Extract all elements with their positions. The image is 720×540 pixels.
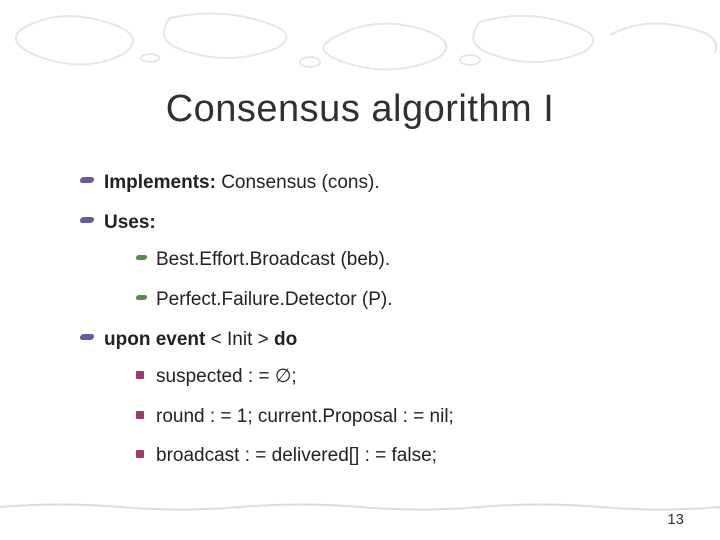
event-line: upon event < Init > do suspected : = ∅; … — [80, 327, 650, 470]
event-item: broadcast : = delivered[] : = false; — [136, 443, 650, 469]
slide: Consensus algorithm I Implements: Consen… — [0, 0, 720, 540]
event-item: suspected : = ∅; — [136, 364, 650, 390]
uses-sublist: Best.Effort.Broadcast (beb). Perfect.Fai… — [136, 247, 650, 312]
bottom-decoration — [0, 502, 720, 512]
uses-item: Best.Effort.Broadcast (beb). — [136, 247, 650, 273]
implements-line: Implements: Consensus (cons). — [80, 170, 650, 196]
event-mid: < Init > — [205, 329, 274, 350]
page-number: 13 — [667, 511, 684, 528]
event-sublist: suspected : = ∅; round : = 1; current.Pr… — [136, 364, 650, 469]
top-decoration — [0, 0, 720, 78]
uses-label: Uses: — [104, 212, 156, 233]
event-prefix: upon event — [104, 329, 205, 350]
uses-item: Perfect.Failure.Detector (P). — [136, 287, 650, 313]
content-list: Implements: Consensus (cons). Uses: Best… — [80, 170, 650, 483]
event-suffix: do — [274, 329, 297, 350]
implements-value: Consensus (cons). — [216, 172, 380, 193]
event-item: round : = 1; current.Proposal : = nil; — [136, 404, 650, 430]
slide-title: Consensus algorithm I — [0, 88, 720, 131]
implements-label: Implements: — [104, 172, 216, 193]
uses-line: Uses: Best.Effort.Broadcast (beb). Perfe… — [80, 210, 650, 313]
